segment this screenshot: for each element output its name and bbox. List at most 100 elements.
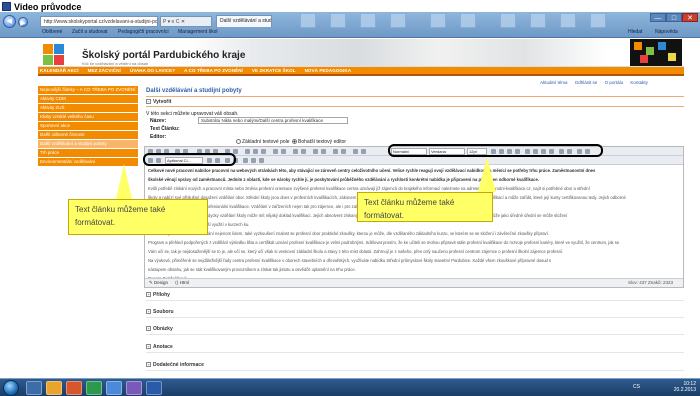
help-link[interactable]: Nápověda	[655, 28, 678, 37]
section-images[interactable]: + Obrázky	[146, 326, 173, 332]
nav-item[interactable]: MEZ ZÁCVIČNÍ	[88, 68, 121, 73]
date-icon[interactable]	[251, 158, 256, 163]
fav-item[interactable]: Začít a studovat	[72, 28, 108, 37]
title-input[interactable]: Substrátu Nikla nebo malými/Další centra…	[198, 117, 348, 124]
nav-item[interactable]: A CO TŘEBA PO ZVONĚNÍ	[184, 68, 243, 73]
taskbar: CS 10:12 20.2.2013	[0, 378, 700, 396]
name-label: Název:	[150, 118, 167, 124]
toolbar-decor	[460, 13, 476, 28]
indent-icon[interactable]	[353, 149, 358, 154]
template-icon[interactable]	[321, 149, 326, 154]
hr-icon[interactable]	[273, 149, 278, 154]
divider	[146, 370, 684, 371]
sidebar-item[interactable]: Sportovní akce	[38, 122, 138, 130]
section-annotation[interactable]: + Anotace	[146, 344, 173, 350]
top-link[interactable]: Odhlásit se	[575, 80, 598, 85]
main-nav: KALENDÁŘ AKCÍ MEZ ZÁCVIČNÍ ÚVAHA DO LAVI…	[38, 67, 684, 76]
expand-icon: +	[146, 344, 151, 350]
top-link[interactable]: O portálu	[605, 80, 624, 85]
source-icon[interactable]	[293, 149, 298, 154]
sidebar-item[interactable]: Nejnovější články – A CO TŘEBA PO ZVONĚN…	[38, 86, 138, 94]
fav-item[interactable]: Oblíbené	[42, 28, 62, 37]
nav-item[interactable]: NOVÁ PEDAGOGIKA	[305, 68, 352, 73]
editor-option-basic[interactable]: Základní textové pole	[236, 139, 290, 145]
sidebar-item[interactable]: Další odborné činnosti	[38, 131, 138, 139]
clock[interactable]: 10:12 20.2.2013	[674, 381, 696, 393]
flash-icon[interactable]	[253, 149, 258, 154]
callout-arrow-left	[116, 164, 132, 199]
outdent-icon[interactable]	[361, 149, 366, 154]
editor-line: nástupem obsahu, jak se stát kvalifikova…	[148, 267, 356, 272]
nav-item[interactable]: ÚVAHA DO LAVICE?	[130, 68, 175, 73]
sidebar-item[interactable]: Aktivity CDM	[38, 95, 138, 103]
anchor-icon[interactable]	[281, 149, 286, 154]
sidebar-item[interactable]: Trh práce	[38, 149, 138, 157]
editor-line: Celkové nové pracovní nabídce pracovní n…	[148, 168, 596, 173]
media-icon[interactable]	[261, 149, 266, 154]
word-count: Slov: 437 Znaků: 2323	[627, 280, 673, 285]
sidebar-item[interactable]: Kluby vzniklé velkého času	[38, 113, 138, 121]
word-app-icon[interactable]	[146, 381, 162, 395]
portal-logo[interactable]	[43, 44, 65, 66]
editor-line: u kterých zkouška. Na jejich vyšší využi…	[148, 222, 250, 227]
address-bar[interactable]: http://www.skolskyportal.cz/vzdelavani-a…	[40, 16, 158, 27]
nav-item[interactable]: VE ZKRATCE ŠKOL	[252, 68, 296, 73]
callout-right: Text článku můžeme také formátovat.	[357, 192, 493, 222]
html-tab[interactable]: ⟨⟩ Html	[175, 279, 189, 287]
explorer-app-icon[interactable]	[26, 381, 42, 395]
print-icon[interactable]	[313, 149, 318, 154]
browser-chrome: ◀ ▶ http://www.skolskyportal.cz/vzdelava…	[0, 12, 700, 38]
help-icon[interactable]	[341, 149, 346, 154]
close-button[interactable]: ✕	[682, 13, 698, 22]
back-button[interactable]: ◀	[3, 15, 16, 28]
header-photo	[188, 39, 608, 66]
folder-app-icon[interactable]	[46, 381, 62, 395]
excel-app-icon[interactable]	[86, 381, 102, 395]
special-char-icon[interactable]	[245, 149, 250, 154]
clock-date: 20.2.2013	[673, 387, 696, 393]
editor-content[interactable]: Celkové nové pracovní nabídce pracovní n…	[148, 168, 682, 285]
fav-item[interactable]: Pedagogičtí pracovníci	[118, 28, 169, 37]
editor-line: Příklad řady zkoušek na skladování nejen…	[148, 231, 549, 236]
section-extra-info[interactable]: + Dodatečné informace	[146, 362, 204, 368]
fav-item[interactable]: Management škol	[178, 28, 217, 37]
toolbar-decor	[330, 13, 346, 28]
editor-status-bar: ✎ Design ⟨⟩ Html Slov: 437 Znaků: 2323	[145, 278, 683, 287]
divider	[146, 317, 684, 318]
language-indicator[interactable]: CS	[633, 384, 640, 390]
portal-subtitle: Klíč ke vzdělávání a vědění na dosah	[82, 61, 149, 66]
find-icon[interactable]	[233, 149, 238, 154]
top-link[interactable]: Kontakty	[630, 80, 648, 85]
maximize-button[interactable]: □	[666, 13, 682, 22]
preview-icon[interactable]	[301, 149, 306, 154]
office-app-icon[interactable]	[66, 381, 82, 395]
divider	[146, 300, 684, 301]
section-create[interactable]: − Vytvořit	[146, 99, 171, 105]
ie-app-icon[interactable]	[106, 381, 122, 395]
address-controls[interactable]: P ▾ ≡ C ✕	[160, 16, 212, 27]
editor-option-rich[interactable]: Bohatší textový editor	[292, 139, 346, 145]
minimize-button[interactable]: —	[650, 13, 666, 22]
section-files[interactable]: + Souboru	[146, 309, 174, 315]
forward-button[interactable]: ▶	[18, 17, 28, 27]
toolbar-decor	[360, 13, 376, 28]
start-button[interactable]	[3, 380, 19, 396]
browser-tab[interactable]: Další vzdělávání a studijní p...	[216, 15, 272, 27]
divider	[146, 334, 684, 335]
symbol-icon[interactable]	[243, 158, 248, 163]
toolbar-decor	[390, 13, 406, 28]
editor-line: Program a přehled podpořených z vzdělání…	[148, 240, 620, 245]
fullscreen-icon[interactable]	[333, 149, 338, 154]
expand-icon: +	[146, 326, 151, 332]
zoom-icon[interactable]	[259, 158, 264, 163]
sidebar-item[interactable]: Aktivity ZUŠ	[38, 104, 138, 112]
editor-line: Na výukové, přiměřeně se nejdůležitější …	[148, 258, 552, 263]
design-tab[interactable]: ✎ Design	[149, 279, 168, 287]
paint-app-icon[interactable]	[126, 381, 142, 395]
section-attachments[interactable]: + Přílohy	[146, 292, 170, 298]
divider	[146, 96, 684, 97]
search-link[interactable]: Hledat	[628, 28, 642, 37]
nav-item[interactable]: KALENDÁŘ AKCÍ	[40, 68, 79, 73]
sidebar-item-active[interactable]: Další vzdělávání a studijní pobyty	[38, 140, 138, 148]
top-link[interactable]: Aktuální téma	[540, 80, 568, 85]
